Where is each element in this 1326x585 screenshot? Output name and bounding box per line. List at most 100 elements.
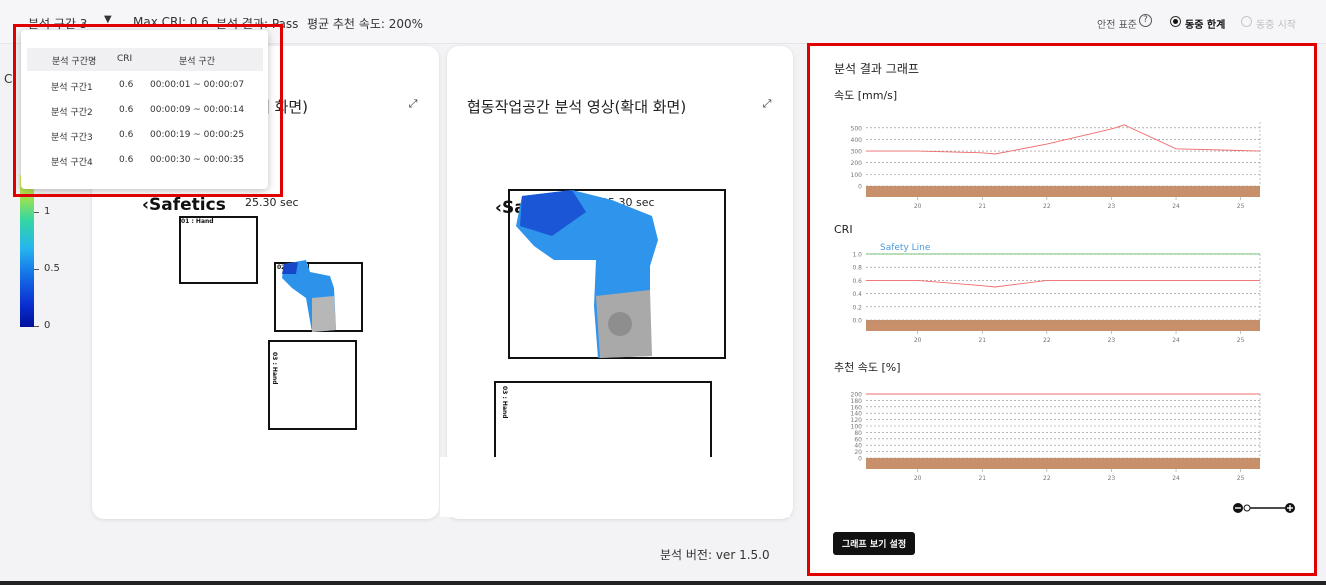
popup-header-range: 분석 구간 xyxy=(179,57,215,67)
hand-bounding-box xyxy=(179,216,258,284)
colorbar-label-1: 1 xyxy=(44,206,51,217)
expand-icon[interactable]: ⤢ xyxy=(761,98,773,110)
hand-bounding-box xyxy=(268,340,357,430)
table-row-name[interactable]: 분석 구간2 xyxy=(51,105,93,118)
y-tick-label: 200 xyxy=(851,392,863,399)
zoom-slider[interactable] xyxy=(1231,501,1297,515)
y-tick-label: 60 xyxy=(854,436,862,443)
colorbar-label-05: 0.5 xyxy=(44,263,60,274)
safety-line-label: Safety Line xyxy=(880,243,931,253)
color-scale-bar xyxy=(20,175,34,327)
chart-baseline-band xyxy=(866,186,1260,197)
x-tick-label: 20 xyxy=(914,337,922,344)
x-tick-label: 22 xyxy=(1043,337,1051,344)
x-tick-label: 21 xyxy=(978,203,986,210)
table-row-cri[interactable]: 0.6 xyxy=(119,130,133,140)
robot-heatmap-image xyxy=(516,190,658,358)
bottom-border xyxy=(0,581,1326,585)
colorbar-title: C xyxy=(4,72,13,86)
y-tick-label: 0.8 xyxy=(852,265,862,272)
hand-box-label: 03 : Hand xyxy=(271,352,278,385)
colorbar-label-0: 0 xyxy=(44,320,51,331)
chart-baseline-band xyxy=(866,320,1260,331)
y-tick-label: 20 xyxy=(854,449,862,456)
table-row-name[interactable]: 분석 구간3 xyxy=(51,130,93,143)
y-tick-label: 1.0 xyxy=(852,252,862,259)
x-tick-label: 22 xyxy=(1043,475,1051,482)
segment-dropdown-popup: 분석 구간명 CRI 분석 구간 분석 구간1 0.6 00:00:01 ~ 0… xyxy=(21,30,268,189)
zoom-slider-thumb[interactable] xyxy=(1243,504,1251,512)
y-tick-label: 0.0 xyxy=(852,318,862,325)
table-row-name[interactable]: 분석 구간4 xyxy=(51,155,93,168)
x-tick-label: 23 xyxy=(1108,203,1116,210)
avg-speed-text: 평균 추천 속도: 200% xyxy=(307,17,424,31)
table-row-range[interactable]: 00:00:30 ~ 00:00:35 xyxy=(150,155,244,165)
robot-heatmap-image xyxy=(282,260,336,332)
y-tick-label: 400 xyxy=(851,137,863,144)
y-tick-label: 120 xyxy=(851,417,863,424)
hand-box-label: 01 : Hand xyxy=(181,218,214,225)
y-tick-label: 0.6 xyxy=(852,278,862,285)
radio-option-1-label[interactable]: 동중 한계 xyxy=(1185,16,1225,31)
y-tick-label: 100 xyxy=(851,172,863,179)
popup-header-cri: CRI xyxy=(117,54,133,64)
y-tick-label: 80 xyxy=(854,430,862,437)
expand-icon[interactable]: ⤢ xyxy=(407,98,419,110)
max-cri-text: Max CRI: 0.6 xyxy=(133,15,209,29)
logo-chevron-icon: ‹ xyxy=(495,198,503,218)
chevron-down-icon[interactable]: ▼ xyxy=(104,14,112,25)
video-mask xyxy=(440,457,790,517)
safety-standard-label: 안전 표준 xyxy=(1097,20,1137,31)
colorbar-tick xyxy=(34,269,39,270)
table-row-range[interactable]: 00:00:01 ~ 00:00:07 xyxy=(150,80,244,90)
x-tick-label: 24 xyxy=(1172,475,1180,482)
radio-option-2[interactable] xyxy=(1241,16,1252,27)
colorbar-tick xyxy=(34,326,39,327)
video-time: 25.30 sec xyxy=(245,196,299,209)
table-row-range[interactable]: 00:00:19 ~ 00:00:25 xyxy=(150,130,244,140)
y-tick-label: 0 xyxy=(858,456,862,463)
colorbar-tick xyxy=(34,212,39,213)
x-tick-label: 24 xyxy=(1172,337,1180,344)
x-tick-label: 23 xyxy=(1108,337,1116,344)
y-tick-label: 180 xyxy=(851,398,863,405)
graph-panel-title: 분석 결과 그래프 xyxy=(834,62,919,76)
y-tick-label: 300 xyxy=(851,149,863,156)
series-line xyxy=(866,279,1260,288)
analysis-version: 분석 버전: ver 1.5.0 xyxy=(660,548,770,562)
x-tick-label: 25 xyxy=(1237,475,1245,482)
graph-settings-button[interactable]: 그래프 보기 설정 xyxy=(833,532,915,555)
popup-header-name: 분석 구간명 xyxy=(52,57,97,67)
y-tick-label: 100 xyxy=(851,424,863,431)
radio-option-1[interactable] xyxy=(1170,16,1181,27)
logo-text: Safetics xyxy=(149,195,226,215)
cri-chart: 0.0 0.2 0.4 0.6 0.8 1.0 20 21 22 23 24 25 Safety Lin… xyxy=(852,243,1261,344)
y-tick-label: 0.4 xyxy=(852,291,862,298)
speed-percent-chart-title: 추천 속도 [%] xyxy=(834,361,901,374)
y-tick-label: 160 xyxy=(851,404,863,411)
y-tick-label: 500 xyxy=(851,125,863,132)
speed-chart-title: 속도 [mm/s] xyxy=(834,89,898,102)
x-tick-label: 20 xyxy=(914,203,922,210)
table-row-cri[interactable]: 0.6 xyxy=(119,155,133,165)
radio-option-2-label[interactable]: 동중 시작 xyxy=(1256,16,1296,31)
x-tick-label: 24 xyxy=(1172,203,1180,210)
x-tick-label: 20 xyxy=(914,475,922,482)
x-tick-label: 23 xyxy=(1108,475,1116,482)
x-tick-label: 21 xyxy=(978,337,986,344)
logo-chevron-icon: ‹ xyxy=(142,195,150,215)
table-row-range[interactable]: 00:00:09 ~ 00:00:14 xyxy=(150,105,244,115)
table-row-cri[interactable]: 0.6 xyxy=(119,80,133,90)
table-row-name[interactable]: 분석 구간1 xyxy=(51,80,93,93)
speed-percent-chart: 02040608010012014016018020020 21 22 23 24 25 xyxy=(851,392,1261,482)
y-tick-label: 0 xyxy=(858,184,862,191)
zoom-view-title: 협동작업공간 분석 영상(확대 화면) xyxy=(467,98,687,116)
y-tick-label: 40 xyxy=(854,443,862,450)
chart-baseline-band xyxy=(866,458,1260,469)
speed-chart: 0 100 200 300 400 500 20 21 22 23 24 25 xyxy=(851,122,1261,210)
safetics-logo: ‹Safetics xyxy=(142,195,226,215)
y-tick-label: 140 xyxy=(851,411,863,418)
table-row-cri[interactable]: 0.6 xyxy=(119,105,133,115)
help-icon[interactable]: ? xyxy=(1139,14,1152,27)
cri-chart-title: CRI xyxy=(834,223,853,236)
